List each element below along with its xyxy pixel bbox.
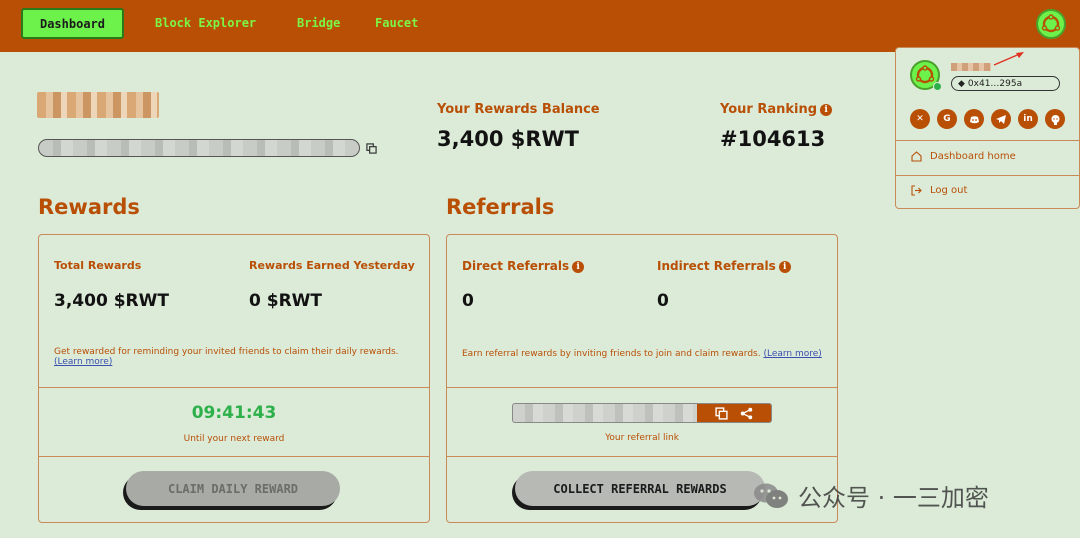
direct-referrals-info-icon[interactable]: i [572, 260, 585, 273]
rewards-learn-more-link[interactable]: (Learn more) [54, 357, 112, 367]
total-rewards-label: Total Rewards [54, 259, 142, 272]
rewards-description-text: Get rewarded for reminding your invited … [54, 347, 399, 357]
username-redacted [37, 92, 159, 118]
watermark-text: 公众号 · 一三加密 [798, 484, 989, 512]
indirect-referrals-label: Indirect Referrals i [657, 259, 791, 273]
telegram-icon[interactable] [991, 109, 1011, 129]
indirect-referrals-label-text: Indirect Referrals [657, 259, 776, 273]
ranking-value: #104613 [720, 127, 826, 151]
dropdown-wallet-address[interactable]: ◆ 0x41…295a [951, 76, 1060, 91]
share-icon[interactable] [740, 407, 753, 420]
ranking-label: Your Ranking i [720, 102, 833, 117]
log-out-menu-item[interactable]: Log out [911, 185, 967, 196]
ranking-info-icon[interactable]: i [820, 103, 833, 116]
claim-daily-reward-button[interactable]: CLAIM DAILY REWARD [126, 471, 340, 506]
copy-address-icon[interactable] [366, 143, 377, 154]
timer-caption: Until your next reward [183, 434, 285, 444]
card-divider [39, 456, 429, 457]
nav-link-faucet[interactable]: Faucet [375, 16, 418, 30]
direct-referrals-value: 0 [462, 291, 474, 311]
direct-referrals-label: Direct Referrals i [462, 259, 585, 273]
top-nav: Dashboard Block Explorer Bridge Faucet [0, 0, 1080, 52]
nav-link-bridge[interactable]: Bridge [297, 16, 340, 30]
card-divider [447, 456, 837, 457]
timer-section: 09:41:43 Until your next reward [39, 388, 429, 456]
social-links: ✕ G in [910, 109, 1065, 129]
direct-referrals-label-text: Direct Referrals [462, 259, 570, 273]
reward-countdown-timer: 09:41:43 [191, 403, 277, 423]
dropdown-divider [896, 175, 1079, 176]
referrals-description: Earn referral rewards by inviting friend… [462, 349, 832, 359]
ethereum-icon: ◆ [958, 78, 965, 89]
wechat-watermark: 公众号 · 一三加密 [752, 478, 989, 513]
dashboard-home-menu-item[interactable]: Dashboard home [911, 151, 1016, 162]
collect-referral-rewards-button[interactable]: COLLECT REFERRAL REWARDS [515, 471, 765, 506]
avatar-face-icon [915, 65, 935, 84]
linkedin-icon[interactable]: in [1018, 109, 1038, 129]
user-avatar-button[interactable] [1036, 9, 1066, 39]
x-icon[interactable]: ✕ [910, 109, 930, 129]
log-out-label: Log out [930, 185, 968, 196]
rewards-title: Rewards [38, 195, 140, 219]
dropdown-divider [896, 140, 1079, 141]
online-status-icon [933, 82, 942, 91]
user-dropdown-menu: ◆ 0x41…295a ✕ G in Dashboard home Log ou… [895, 47, 1080, 209]
indirect-referrals-info-icon[interactable]: i [778, 260, 791, 273]
dropdown-address-text: 0x41…295a [967, 78, 1023, 89]
rewards-description: Get rewarded for reminding your invited … [54, 347, 414, 367]
nav-dashboard-button[interactable]: Dashboard [21, 8, 124, 39]
total-rewards-value: 3,400 $RWT [54, 291, 169, 311]
referrals-title: Referrals [446, 195, 555, 219]
nav-link-block-explorer[interactable]: Block Explorer [155, 16, 256, 30]
home-icon [911, 151, 922, 162]
referrals-description-text: Earn referral rewards by inviting friend… [462, 349, 761, 359]
discord-icon[interactable] [964, 109, 984, 129]
card-divider [447, 387, 837, 388]
github-icon[interactable] [1045, 109, 1065, 129]
log-out-icon [911, 185, 922, 196]
referral-link-actions [697, 404, 771, 422]
red-arrow-annotation-icon [993, 52, 1024, 66]
referral-link-field[interactable] [512, 403, 772, 423]
referrals-learn-more-link[interactable]: (Learn more) [763, 349, 821, 359]
copy-link-icon[interactable] [715, 406, 728, 420]
referral-link-caption: Your referral link [605, 433, 679, 443]
wallet-address-redacted [38, 139, 360, 157]
dropdown-username-redacted [951, 63, 991, 71]
rewards-yesterday-value: 0 $RWT [249, 291, 323, 311]
rewards-yesterday-label: Rewards Earned Yesterday [249, 259, 415, 272]
google-icon[interactable]: G [937, 109, 957, 129]
avatar-face-icon [1041, 14, 1061, 33]
wechat-icon [754, 483, 788, 508]
rewards-balance-label: Your Rewards Balance [437, 102, 600, 117]
dashboard-home-label: Dashboard home [930, 151, 1016, 162]
indirect-referrals-value: 0 [657, 291, 669, 311]
ranking-label-text: Your Ranking [720, 102, 818, 117]
rewards-balance-value: 3,400 $RWT [437, 127, 580, 151]
